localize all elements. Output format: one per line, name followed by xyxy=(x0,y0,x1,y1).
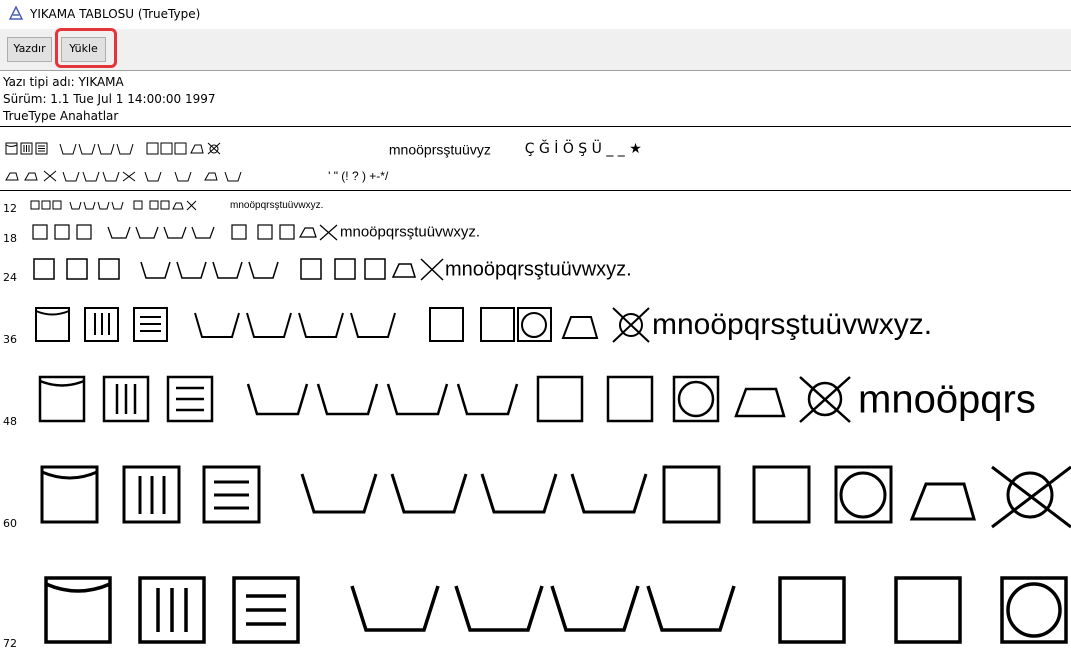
laundry-glyph-icon xyxy=(32,224,338,241)
sample-row-18: mnoöpqrsştuüvwxyz. xyxy=(32,222,480,242)
sample-row-72 xyxy=(44,572,1071,665)
laundry-glyph-icon xyxy=(35,307,650,343)
window-title: YIKAMA TABLOSU (TrueType) xyxy=(30,7,201,21)
laundry-glyph-icon xyxy=(33,258,444,281)
sample-row-24: mnoöpqrsştuüvwxyz. xyxy=(33,256,632,284)
sample-row-12: mnoöpqrsştuüvwxyz. xyxy=(30,199,323,212)
size-label: 18 xyxy=(3,232,17,245)
sample-text-12: mnoöpqrsştuüvwxyz. xyxy=(230,200,324,211)
divider xyxy=(0,190,1071,191)
charset-row-2: ' " (! ? ) +-*/ xyxy=(5,168,388,184)
load-button-highlight xyxy=(55,28,117,68)
divider xyxy=(0,126,1071,127)
print-button[interactable]: Yazdır xyxy=(7,37,52,62)
size-label: 12 xyxy=(3,202,17,215)
laundry-symbols-2-icon xyxy=(5,170,242,182)
laundry-glyph-icon xyxy=(38,375,851,423)
sample-text-18: mnoöpqrsştuüvwxyz. xyxy=(340,223,481,241)
font-info: Yazı tipi adı: YIKAMA Sürüm: 1.1 Tue Jul… xyxy=(3,74,216,125)
size-label: 24 xyxy=(3,271,17,284)
title-bar: YIKAMA TABLOSU (TrueType) xyxy=(0,0,1071,29)
sample-row-60 xyxy=(40,462,1071,544)
laundry-glyph-icon xyxy=(30,200,197,211)
size-label: 36 xyxy=(3,333,17,346)
charset-row-1: mnoöprsştuüvyz Ç Ğ İ Ö Ş Ü _ _ ★ xyxy=(5,140,642,158)
charset-row-1-text: mnoöprsştuüvyz xyxy=(388,141,491,158)
font-app-icon xyxy=(9,6,23,20)
charset-row-1-extra: Ç Ğ İ Ö Ş Ü _ _ ★ xyxy=(524,141,642,158)
laundry-symbols-icon xyxy=(5,142,221,155)
font-trademark-label: TrueType Anahatlar xyxy=(3,109,119,123)
sample-text-24: mnoöpqrsştuüvwxyz. xyxy=(445,258,632,281)
charset-row-2-text: ' " (! ? ) +-*/ xyxy=(328,169,389,183)
laundry-glyph-icon xyxy=(44,576,1068,644)
laundry-glyph-icon xyxy=(40,465,1071,529)
toolbar: Yazdır Yükle xyxy=(0,29,1071,71)
sample-row-36: mnoöpqrsştuüvwxyz. xyxy=(35,305,932,345)
size-label: 60 xyxy=(3,517,17,530)
font-name-label: Yazı tipi adı: YIKAMA xyxy=(3,75,124,89)
sample-row-48: mnoöpqrs xyxy=(38,372,1036,428)
size-label: 48 xyxy=(3,415,17,428)
size-label: 72 xyxy=(3,637,17,650)
sample-text-48: mnoöpqrs xyxy=(858,377,1036,422)
font-version-label: Sürüm: 1.1 Tue Jul 1 14:00:00 1997 xyxy=(3,92,216,106)
sample-text-36: mnoöpqrsştuüvwxyz. xyxy=(652,308,933,341)
